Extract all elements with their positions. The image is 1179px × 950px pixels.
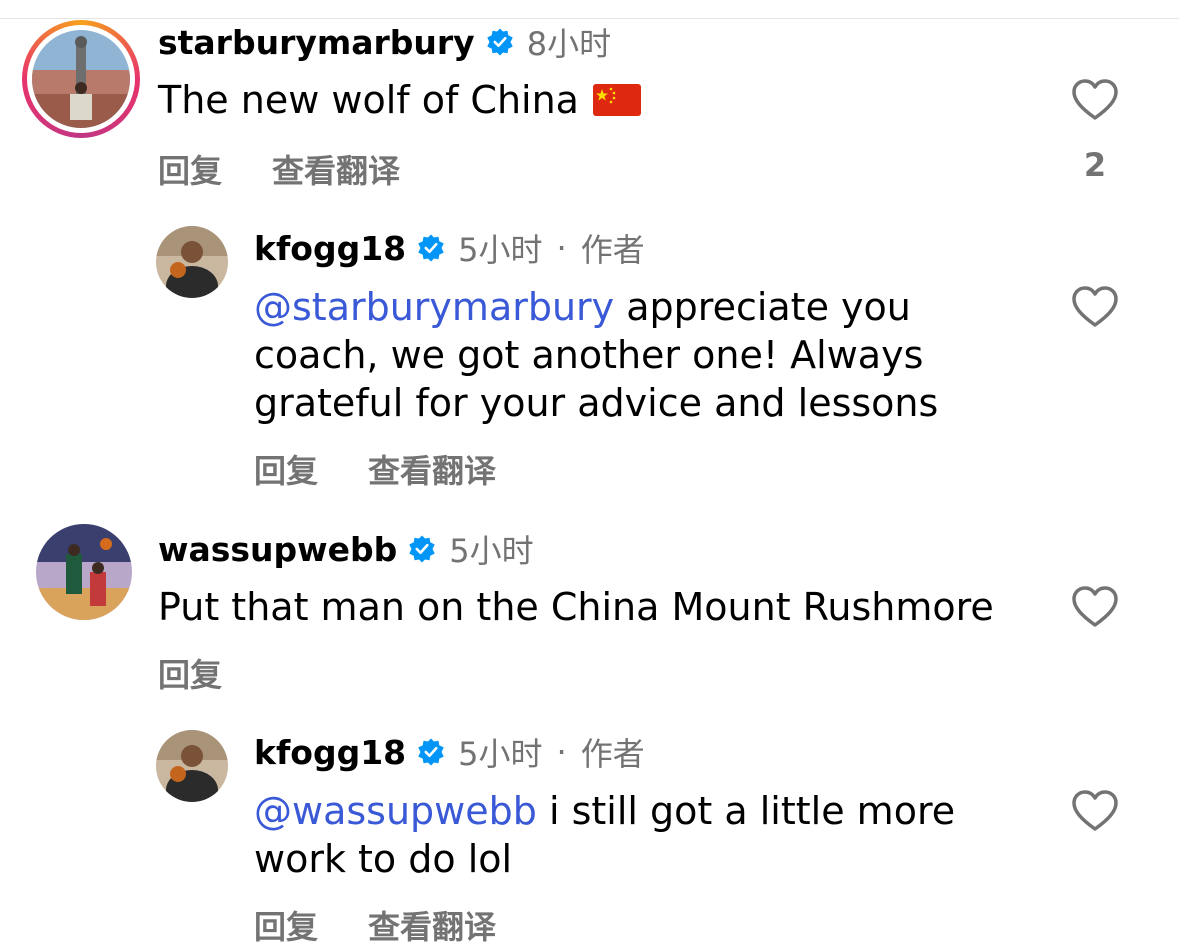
reply-button[interactable]: 回复 [254,902,318,948]
timestamp: 5小时 [458,735,543,773]
comment-text: Put that man on the China Mount Rushmore [158,585,994,629]
mention-link[interactable]: @wassupwebb [254,789,537,833]
timestamp: 8小时 [526,25,612,63]
reply-button[interactable]: 回复 [158,146,222,192]
comment-text: @wassupwebb i still got a little more wo… [254,789,956,881]
heart-icon[interactable] [1071,789,1119,833]
verified-badge-icon [486,28,513,56]
like-count[interactable]: 2 [1071,146,1119,184]
china-flag-icon [592,83,641,116]
timestamp: 5小时 [449,532,534,570]
meta-separator: · [556,229,567,267]
avatar[interactable] [36,524,132,620]
verified-badge-icon [418,738,444,766]
heart-icon[interactable] [1071,78,1119,122]
mention-link[interactable]: @starburymarbury [254,285,614,329]
avatar[interactable] [156,730,228,802]
author-tag: 作者 [580,735,645,773]
username[interactable]: kfogg18 [254,229,406,268]
verified-badge-icon [418,234,444,262]
verified-badge-icon [409,535,436,563]
username[interactable]: wassupwebb [158,530,397,569]
timestamp: 5小时 [458,231,543,269]
avatar[interactable] [156,226,228,298]
heart-icon[interactable] [1071,585,1119,629]
username[interactable]: starburymarbury [158,23,475,62]
author-tag: 作者 [580,231,645,269]
see-translation-button[interactable]: 查看翻译 [368,902,496,948]
meta-separator: · [556,733,567,771]
reply-button[interactable]: 回复 [254,446,318,492]
see-translation-button[interactable]: 查看翻译 [368,446,496,492]
avatar[interactable] [32,30,130,128]
username[interactable]: kfogg18 [254,733,406,772]
heart-icon[interactable] [1071,285,1119,329]
comment-text: The new wolf of China [158,76,641,124]
see-translation-button[interactable]: 查看翻译 [272,146,400,192]
reply-button[interactable]: 回复 [158,650,222,696]
comment-text: @starburymarbury appreciate you coach, w… [254,285,939,425]
